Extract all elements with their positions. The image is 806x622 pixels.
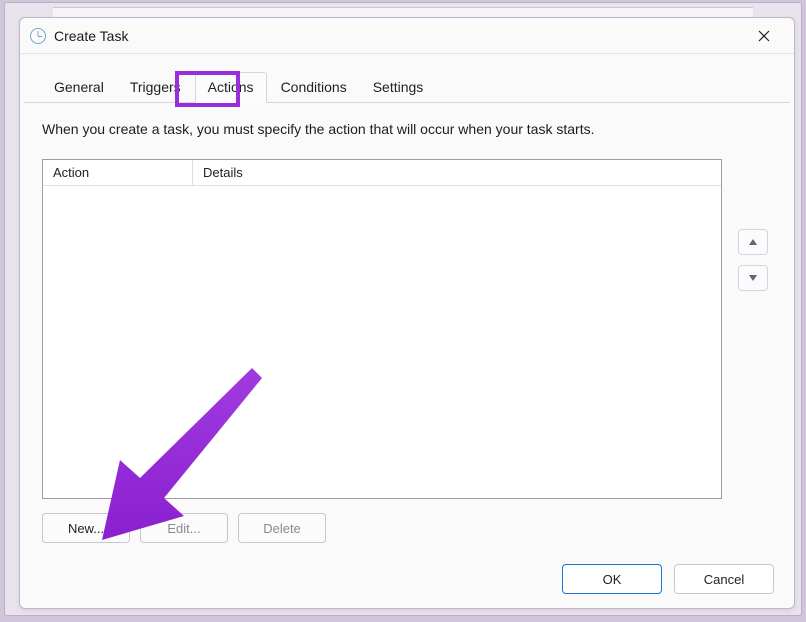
- clock-icon: [30, 28, 46, 44]
- ok-button[interactable]: OK: [562, 564, 662, 594]
- column-action[interactable]: Action: [43, 160, 193, 185]
- tabstrip: General Triggers Actions Conditions Sett…: [24, 54, 790, 103]
- close-icon: [758, 30, 770, 42]
- move-up-button[interactable]: [738, 229, 768, 255]
- chevron-down-icon: [749, 275, 757, 281]
- tab-general[interactable]: General: [42, 73, 116, 102]
- description-text: When you create a task, you must specify…: [42, 121, 772, 137]
- tab-actions[interactable]: Actions: [195, 72, 267, 103]
- list-header: Action Details: [43, 160, 721, 186]
- tab-body: When you create a task, you must specify…: [20, 103, 794, 557]
- edit-button[interactable]: Edit...: [140, 513, 228, 543]
- tab-conditions[interactable]: Conditions: [269, 73, 359, 102]
- column-details[interactable]: Details: [193, 160, 721, 185]
- tab-settings[interactable]: Settings: [361, 73, 436, 102]
- chevron-up-icon: [749, 239, 757, 245]
- reorder-controls: [738, 229, 772, 291]
- new-button[interactable]: New...: [42, 513, 130, 543]
- cancel-button[interactable]: Cancel: [674, 564, 774, 594]
- titlebar: Create Task: [20, 18, 794, 54]
- actions-list[interactable]: Action Details: [42, 159, 722, 499]
- close-button[interactable]: [744, 22, 784, 50]
- background: Create Task General Triggers Actions Con…: [4, 2, 802, 616]
- create-task-dialog: Create Task General Triggers Actions Con…: [19, 17, 795, 609]
- delete-button[interactable]: Delete: [238, 513, 326, 543]
- tab-triggers[interactable]: Triggers: [118, 73, 193, 102]
- window-title: Create Task: [54, 28, 128, 44]
- dialog-footer: OK Cancel: [562, 564, 774, 594]
- action-buttons-row: New... Edit... Delete: [42, 513, 772, 543]
- actions-area: Action Details: [42, 159, 772, 499]
- move-down-button[interactable]: [738, 265, 768, 291]
- background-strip: [53, 7, 753, 17]
